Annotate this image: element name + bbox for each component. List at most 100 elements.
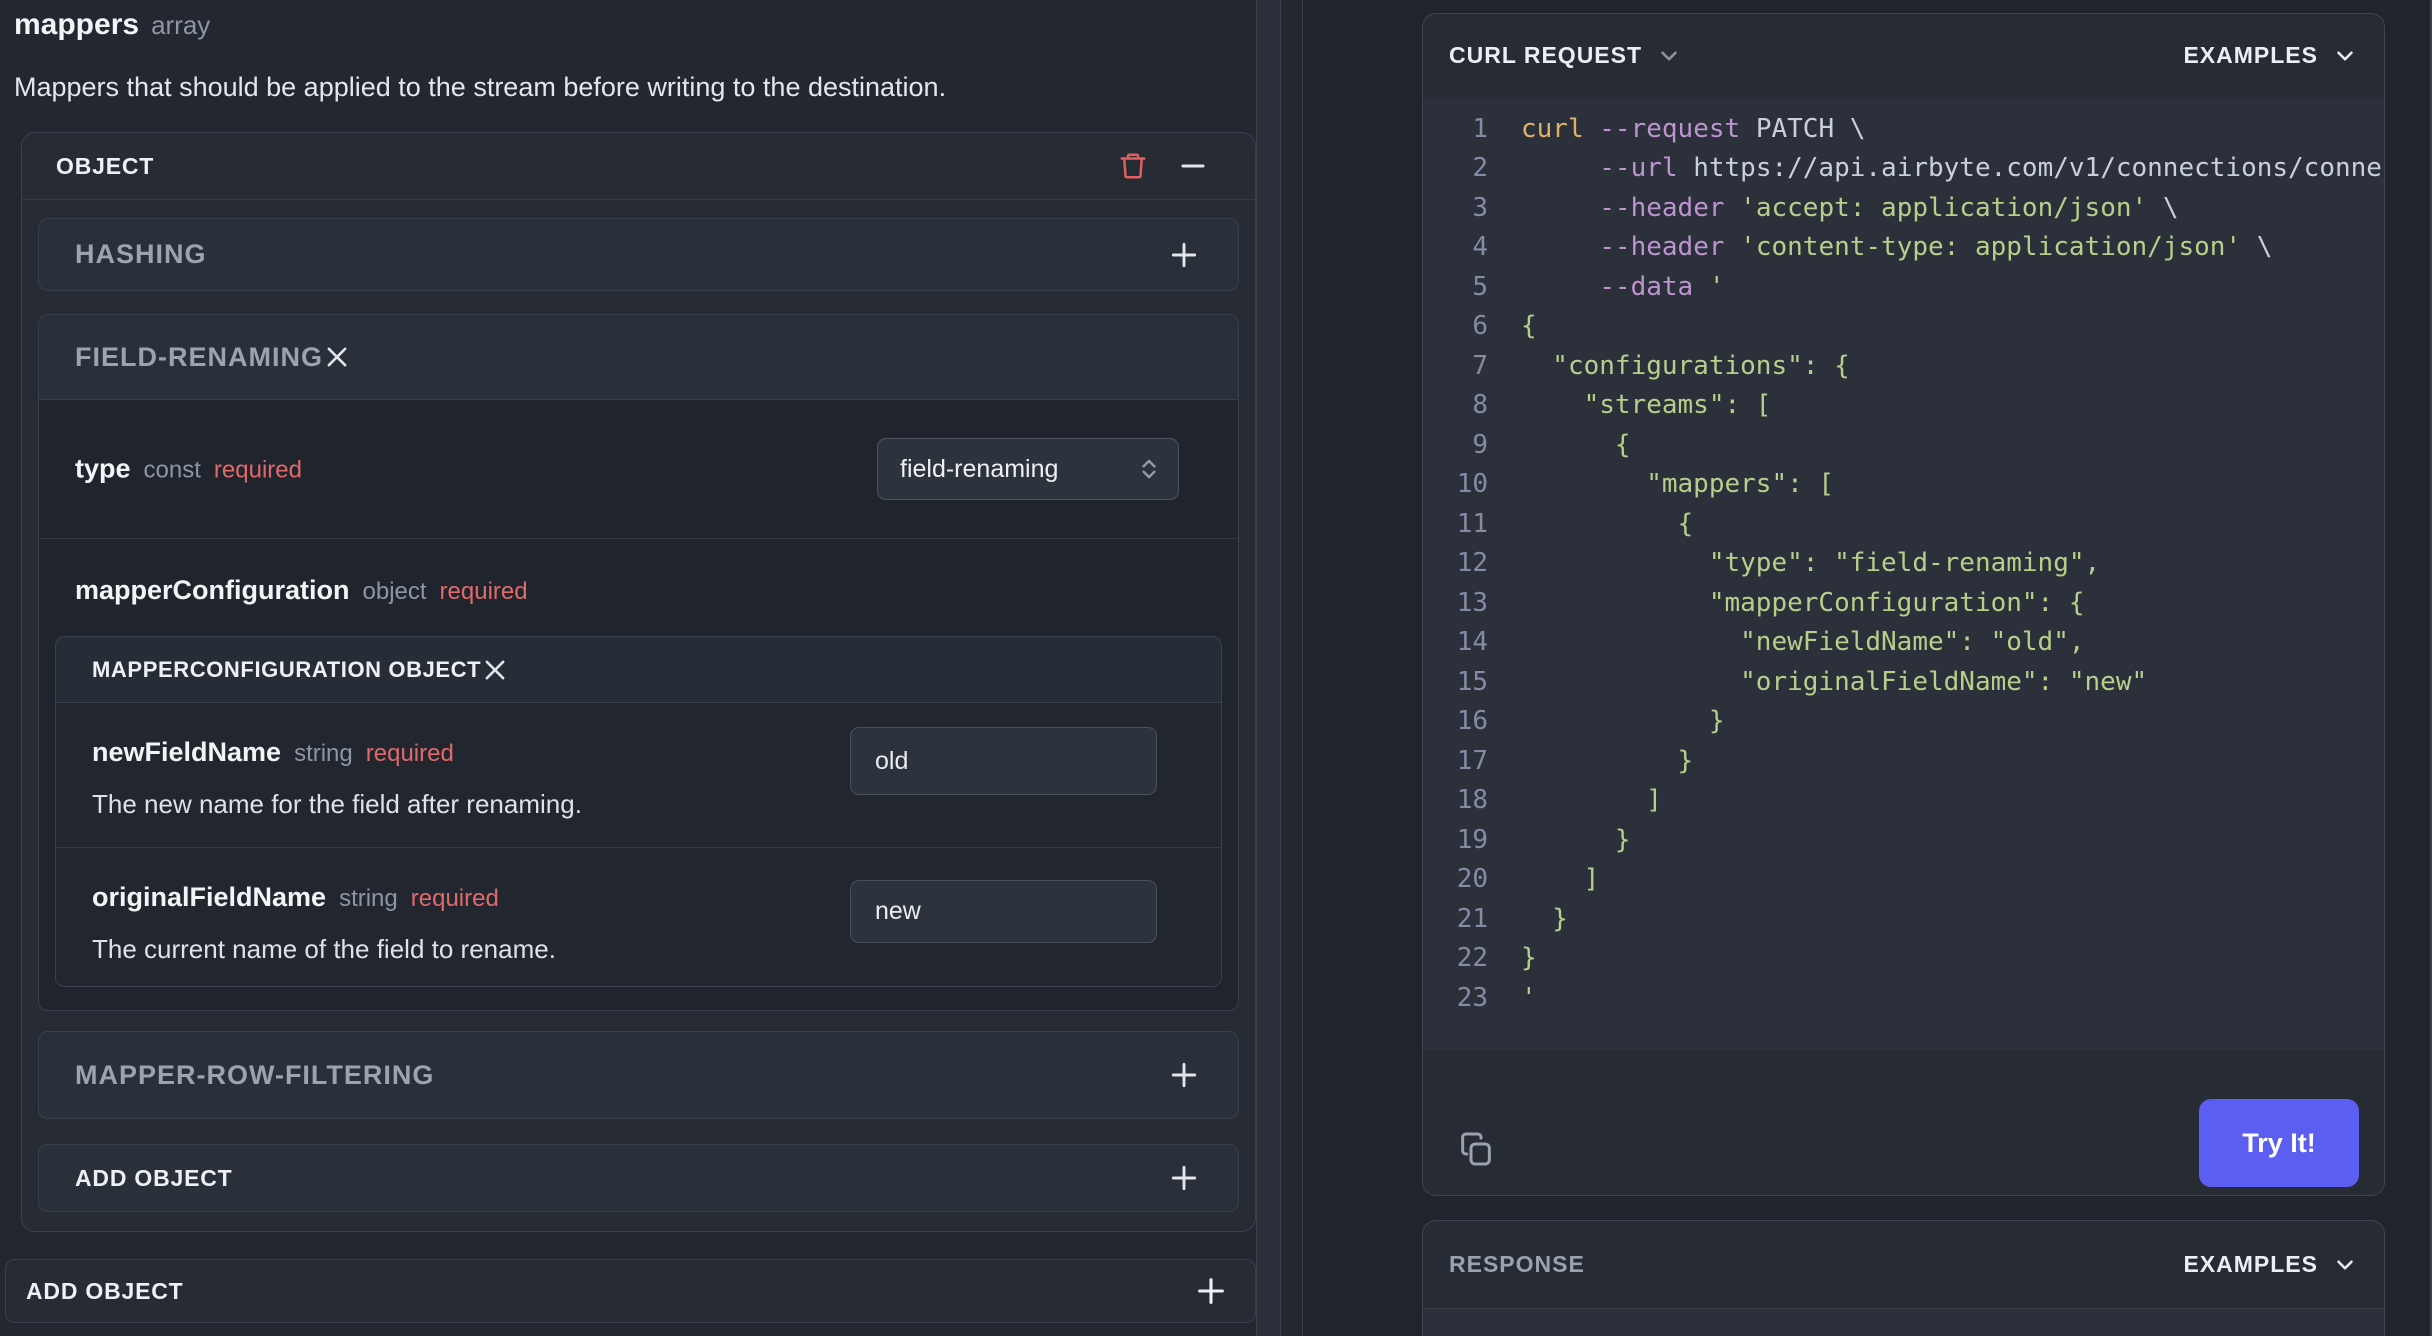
add-object-button-outer[interactable]: ADD OBJECT — [5, 1259, 1256, 1323]
code-text: } — [1521, 706, 1725, 736]
code-text: "mapperConfiguration": { — [1521, 588, 2085, 618]
code-text: { — [1521, 508, 1694, 539]
code-token-json: ] — [1521, 864, 1600, 895]
schema-property-title: mappers array — [14, 8, 210, 42]
field-renaming-section: FIELD-RENAMING type const required field… — [38, 314, 1239, 1011]
response-panel: RESPONSE EXAMPLES — [1422, 1220, 2385, 1336]
try-it-button[interactable]: Try It! — [2199, 1099, 2359, 1187]
original-field-name-input[interactable] — [850, 880, 1157, 943]
close-icon[interactable] — [481, 656, 509, 684]
code-token-json: { — [1521, 508, 1694, 539]
code-token-flag: --header — [1599, 232, 1741, 263]
copy-code-button[interactable] — [1456, 1129, 1496, 1169]
code-text: } — [1521, 904, 1568, 934]
type-select[interactable]: field-renaming — [877, 438, 1179, 500]
code-token-str: 'content-type: application/json' — [1740, 232, 2242, 263]
line-number: 2 — [1472, 153, 1488, 184]
chevron-down-icon — [1656, 43, 1682, 69]
code-line: 5 --data ' — [1423, 267, 2384, 307]
code-token-json: "originalFieldName": "new" — [1521, 666, 2148, 697]
code-token-json: ] — [1521, 785, 1662, 816]
mapper-row-filtering-section[interactable]: MAPPER-ROW-FILTERING — [38, 1031, 1239, 1119]
collapse-object-button[interactable] — [1175, 148, 1211, 184]
property-description: Mappers that should be applied to the st… — [14, 72, 947, 102]
code-token-str: ' — [1708, 271, 1725, 302]
required-badge: required — [365, 740, 454, 767]
trash-icon — [1118, 151, 1148, 181]
response-title: RESPONSE — [1449, 1251, 1585, 1277]
code-text: "originalFieldName": "new" — [1521, 667, 2147, 697]
line-number: 17 — [1456, 745, 1488, 776]
code-line: 1 curl --request PATCH \ — [1423, 109, 2384, 149]
add-object-button-inner[interactable]: ADD OBJECT — [38, 1144, 1239, 1212]
code-text: "configurations": { — [1521, 350, 1850, 381]
curl-request-dropdown[interactable]: CURL REQUEST — [1449, 42, 1682, 69]
code-token-json: "mappers": [ — [1521, 469, 1835, 500]
code-token-json: "configurations": { — [1521, 350, 1850, 381]
mapper-configuration-label: mapperConfiguration object required — [75, 575, 528, 606]
code-token-json: "mapperConfiguration": { — [1521, 587, 2085, 618]
line-number: 18 — [1456, 785, 1488, 816]
curl-code-block[interactable]: 1 curl --request PATCH \ 2 --url https://a… — [1423, 97, 2384, 1050]
code-token-flag: --header — [1599, 192, 1741, 223]
code-token-json: "newFieldName": "old", — [1521, 627, 2085, 658]
code-text: { — [1521, 311, 1537, 341]
line-number: 4 — [1472, 232, 1488, 263]
request-examples-dropdown[interactable]: EXAMPLES — [2183, 42, 2358, 69]
code-line: 19 } — [1423, 820, 2384, 860]
property-name: originalFieldName — [92, 882, 327, 912]
line-number: 14 — [1456, 627, 1488, 658]
line-number: 10 — [1456, 469, 1488, 500]
plus-icon — [1194, 1274, 1228, 1308]
hashing-section[interactable]: HASHING — [38, 218, 1239, 291]
response-header: RESPONSE EXAMPLES — [1423, 1221, 2384, 1309]
code-line: 10 "mappers": [ — [1423, 465, 2384, 505]
line-number: 3 — [1472, 192, 1488, 223]
code-text: --header 'accept: application/json' \ — [1521, 193, 2178, 223]
left-column-scrollbar[interactable] — [1256, 0, 1281, 1336]
line-number: 1 — [1472, 113, 1488, 144]
field-description: The current name of the field to rename. — [92, 934, 556, 964]
required-badge: required — [410, 885, 499, 912]
code-token-str: 'accept: application/json' — [1740, 192, 2148, 223]
property-kind: object — [362, 578, 427, 605]
response-examples-dropdown[interactable]: EXAMPLES — [2183, 1251, 2358, 1278]
code-line: 23 ' — [1423, 978, 2384, 1018]
close-icon[interactable] — [323, 343, 351, 371]
code-token-plain: PATCH \ — [1755, 113, 1866, 144]
line-number: 11 — [1456, 508, 1488, 539]
copy-icon — [1456, 1129, 1496, 1169]
line-number: 15 — [1456, 666, 1488, 697]
property-name: newFieldName — [92, 737, 282, 767]
line-number: 6 — [1472, 311, 1488, 342]
new-field-name-input[interactable] — [850, 727, 1157, 795]
code-token-flag: --data — [1599, 271, 1709, 302]
code-text: "type": "field-renaming", — [1521, 548, 2100, 578]
code-text: "newFieldName": "old", — [1521, 627, 2085, 658]
curl-request-header: CURL REQUEST EXAMPLES — [1423, 14, 2384, 97]
add-object-label: ADD OBJECT — [75, 1164, 233, 1191]
code-token-json: } — [1521, 943, 1537, 974]
property-name: mapperConfiguration — [75, 575, 350, 605]
code-text: curl --request PATCH \ — [1521, 114, 1865, 144]
property-name: mappers — [14, 8, 140, 41]
code-line: 17 } — [1423, 741, 2384, 781]
mapper-configuration-object-panel: MAPPERCONFIGURATION OBJECT newFieldName … — [55, 636, 1222, 987]
code-token-kw: curl — [1521, 113, 1600, 144]
plus-icon[interactable] — [1168, 1059, 1200, 1091]
code-line: 20 ] — [1423, 860, 2384, 900]
response-code-block — [1423, 1309, 2384, 1336]
code-token-json: } — [1521, 824, 1631, 855]
line-number: 7 — [1472, 350, 1488, 381]
property-kind: string — [339, 885, 398, 912]
code-token-json: } — [1521, 706, 1725, 737]
code-text: ] — [1521, 864, 1600, 895]
delete-object-button[interactable] — [1115, 148, 1151, 184]
code-text: ' — [1521, 983, 1537, 1013]
plus-icon[interactable] — [1168, 239, 1200, 271]
property-name: type — [75, 453, 131, 484]
mapper-configuration-row: mapperConfiguration object required MAPP… — [39, 539, 1238, 1010]
line-number: 12 — [1456, 548, 1488, 579]
field-renaming-header[interactable]: FIELD-RENAMING — [39, 315, 1238, 400]
